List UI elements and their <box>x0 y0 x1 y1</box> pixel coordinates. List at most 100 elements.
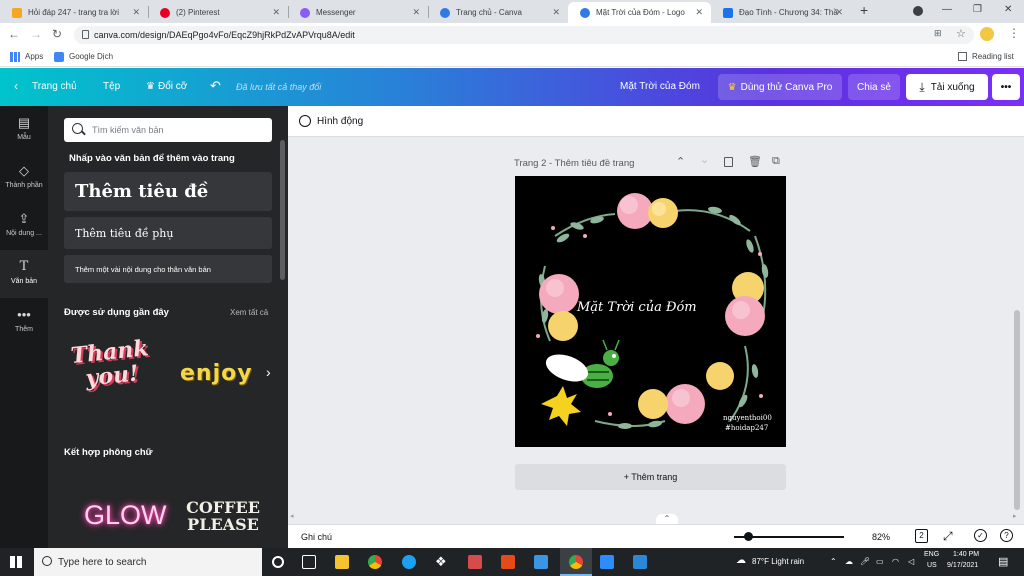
office-icon[interactable] <box>501 555 515 569</box>
rail-item-templates[interactable]: ▤ Mẫu <box>0 106 48 154</box>
recent-text-enjoy[interactable]: enjoy <box>180 361 253 386</box>
volume-icon[interactable]: ◁ <box>908 557 914 566</box>
new-tab-button[interactable]: + <box>860 2 868 18</box>
design-title[interactable]: Mặt Trời của Đóm <box>620 81 700 92</box>
search-input[interactable]: Tìm kiếm văn bản <box>64 118 272 142</box>
bookmark-google-dich[interactable]: Google Dịch <box>69 52 113 61</box>
rail-item-elements[interactable]: ◇ Thành phần <box>0 154 48 202</box>
chevron-right-icon[interactable]: › <box>266 364 271 380</box>
bookmark-apps[interactable]: Apps <box>25 52 43 61</box>
notes-button[interactable]: Ghi chú <box>301 532 332 542</box>
design-credit-name[interactable]: nguyenthoi00 <box>723 414 772 422</box>
file-menu[interactable]: Tệp <box>103 81 120 92</box>
browser-tab[interactable]: (2) Pinterest ✕ <box>148 2 288 23</box>
chevron-up-icon[interactable]: ⌃ <box>830 557 837 566</box>
clock-time[interactable]: 1:40 PM <box>953 551 979 558</box>
chevron-up-icon[interactable]: ⌃ <box>656 514 678 524</box>
close-icon[interactable]: ✕ <box>412 7 420 18</box>
windows-start-icon[interactable] <box>10 556 22 568</box>
try-pro-button[interactable]: ♛ Dùng thử Canva Pro <box>718 74 842 100</box>
see-all-link[interactable]: Xem tất cả <box>230 308 268 317</box>
chrome-icon[interactable] <box>368 555 382 569</box>
help-icon[interactable]: ? <box>1000 529 1013 542</box>
language-indicator[interactable]: ENG <box>924 551 939 558</box>
chevron-down-icon[interactable]: ⌄ <box>700 153 709 166</box>
undo-icon[interactable]: ↶ <box>210 78 221 94</box>
duplicate-page-icon[interactable] <box>724 157 733 167</box>
app-red-icon[interactable] <box>468 555 482 569</box>
browser-tab[interactable]: Hỏi đáp 247 - trang tra lời ✕ <box>0 2 148 23</box>
notification-icon[interactable]: ▤ <box>998 555 1008 568</box>
scroll-left-icon[interactable]: ◂ <box>290 512 294 520</box>
fullscreen-icon[interactable]: ⤢ <box>943 529 953 544</box>
add-subheading-button[interactable]: Thêm tiêu đề phụ <box>64 217 272 249</box>
trash-icon[interactable]: 🗑 <box>748 155 762 168</box>
more-button[interactable]: ••• <box>992 74 1020 100</box>
task-view-icon[interactable] <box>302 555 316 569</box>
add-body-button[interactable]: Thêm một vài nội dung cho thân văn bản <box>64 255 272 283</box>
microphone-icon[interactable]: 🎤︎ <box>860 557 870 566</box>
page-count-button[interactable]: 2 <box>915 529 928 543</box>
close-icon[interactable]: ✕ <box>552 7 560 18</box>
minimize-button[interactable]: — <box>942 4 952 15</box>
menu-icon[interactable]: ⋮ <box>1008 26 1020 40</box>
dropbox-icon[interactable]: ❖ <box>435 555 449 569</box>
taskbar-search-input[interactable]: Type here to search <box>34 548 262 576</box>
chevron-up-icon[interactable]: ⌃ <box>676 155 685 168</box>
zoom-level[interactable]: 82% <box>872 532 890 542</box>
rail-item-text[interactable]: T Văn bản <box>0 250 48 298</box>
weather-status[interactable]: 87°F Light rain <box>752 557 804 566</box>
add-page-button[interactable]: + Thêm trang <box>515 464 786 490</box>
animate-button[interactable]: Hình động <box>317 116 363 127</box>
design-credit-tag[interactable]: #hoidap247 <box>725 424 768 432</box>
extension-icon[interactable] <box>980 27 994 41</box>
rail-item-uploads[interactable]: ⇪ Nội dung ... <box>0 202 48 250</box>
browser-tab[interactable]: Messenger ✕ <box>288 2 428 23</box>
editor-scrollbar[interactable] <box>1014 310 1020 510</box>
reload-icon[interactable]: ↻ <box>52 27 62 41</box>
close-icon[interactable]: ✕ <box>272 7 280 18</box>
design-canvas[interactable]: Mặt Trời của Đóm nguyenthoi00 #hoidap247 <box>515 176 786 447</box>
share-button[interactable]: Chia sẻ <box>848 74 900 100</box>
browser-tab[interactable]: Đạo Tình - Chương 34: Thầ ✕ <box>711 2 851 23</box>
back-icon[interactable]: ← <box>8 27 20 41</box>
translate-icon[interactable]: ⊞ <box>934 28 942 39</box>
forward-icon[interactable]: → <box>30 27 42 41</box>
address-bar[interactable]: canva.com/design/DAEqPgo4vFo/EqcZ9hjRkPd… <box>74 26 974 44</box>
zoom-app-icon[interactable] <box>600 555 614 569</box>
add-heading-button[interactable]: Thêm tiêu đề <box>64 172 272 211</box>
file-explorer-icon[interactable] <box>335 555 349 569</box>
download-button[interactable]: ⤓ Tải xuống <box>906 74 988 100</box>
cortana-icon[interactable] <box>272 556 284 568</box>
scroll-right-icon[interactable]: ▸ <box>1013 512 1017 520</box>
close-icon[interactable]: ✕ <box>132 7 140 18</box>
rail-item-more[interactable]: ••• Thêm <box>0 298 48 346</box>
recent-text-thank-you[interactable]: Thank you! <box>67 335 158 414</box>
page-title[interactable]: Trang 2 - Thêm tiêu đề trang <box>514 158 634 169</box>
tab-search-icon[interactable] <box>913 6 923 16</box>
close-window-button[interactable]: ✕ <box>1004 4 1012 15</box>
wifi-icon[interactable]: ◠ <box>892 557 899 566</box>
close-icon[interactable]: ✕ <box>835 7 843 18</box>
restore-button[interactable]: ❐ <box>973 4 982 15</box>
photos-icon[interactable] <box>633 555 647 569</box>
panel-scrollbar[interactable] <box>280 140 285 280</box>
browser-tab-active[interactable]: Mặt Trời của Đóm - Logo ✕ <box>568 2 711 23</box>
chevron-left-icon[interactable]: ‹ <box>14 79 18 93</box>
check-icon[interactable]: ✓ <box>974 529 987 542</box>
close-icon[interactable]: ✕ <box>695 7 703 18</box>
design-title-text[interactable]: Mặt Trời của Đóm <box>577 300 737 315</box>
edge-icon[interactable] <box>402 555 416 569</box>
home-button[interactable]: Trang chủ <box>32 81 77 92</box>
mail-icon[interactable] <box>534 555 548 569</box>
zoom-slider-handle[interactable] <box>744 532 753 541</box>
reading-list-button[interactable]: Reading list <box>972 52 1014 61</box>
bookmark-star-icon[interactable]: ☆ <box>956 27 966 40</box>
network-icon[interactable]: ▭ <box>876 557 884 566</box>
add-page-icon[interactable]: ⧉ <box>772 155 780 168</box>
resize-button[interactable]: Đổi cỡ <box>158 81 187 92</box>
font-combo-glow[interactable]: GLOW <box>84 500 167 531</box>
font-combo-coffee-please[interactable]: COFFEE PLEASE <box>180 499 266 533</box>
cloud-icon[interactable]: ☁ <box>845 557 853 566</box>
browser-tab[interactable]: Trang chủ - Canva ✕ <box>428 2 568 23</box>
